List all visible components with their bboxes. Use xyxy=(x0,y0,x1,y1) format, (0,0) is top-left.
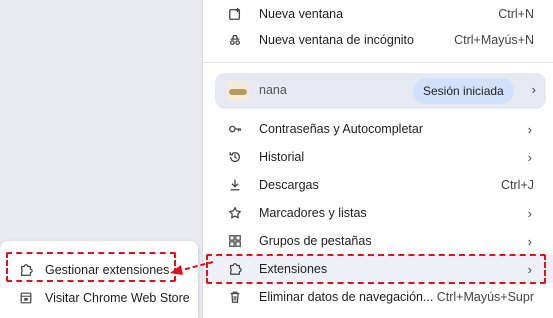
shortcut: Ctrl+N xyxy=(498,7,534,21)
menu-item-history[interactable]: Historial › xyxy=(203,143,553,171)
menu-item-bookmarks[interactable]: Marcadores y listas › xyxy=(203,199,553,227)
chevron-right-icon: › xyxy=(527,121,532,137)
chevron-right-icon: › xyxy=(527,205,532,221)
web-store-icon xyxy=(18,290,34,306)
chevron-right-icon: › xyxy=(531,82,536,97)
menu-item-label: Descargas xyxy=(259,178,319,192)
key-icon xyxy=(227,121,243,137)
menu-item-label: Nueva ventana de incógnito xyxy=(259,33,414,47)
profile-name: nana xyxy=(259,83,287,97)
shortcut: Ctrl+J xyxy=(501,178,534,192)
menu-item-downloads[interactable]: Descargas Ctrl+J xyxy=(203,171,553,199)
submenu-item-web-store[interactable]: Visitar Chrome Web Store xyxy=(0,284,198,312)
menu-item-passwords[interactable]: Contraseñas y Autocompletar › xyxy=(203,115,553,143)
star-icon xyxy=(227,205,243,221)
menu-item-tab-groups[interactable]: Grupos de pestañas › xyxy=(203,227,553,255)
status-badge: Sesión iniciada xyxy=(413,78,514,104)
new-window-icon xyxy=(227,6,243,22)
trash-icon xyxy=(227,289,243,305)
divider xyxy=(203,62,553,63)
menu-item-label: Eliminar datos de navegación... xyxy=(259,290,434,304)
menu-item-incognito[interactable]: Nueva ventana de incógnito Ctrl+Mayús+N xyxy=(203,26,553,54)
chevron-right-icon: › xyxy=(527,149,532,165)
submenu-item-label: Visitar Chrome Web Store xyxy=(45,291,190,305)
avatar xyxy=(227,81,249,101)
incognito-icon xyxy=(227,32,243,48)
menu-item-clear-data[interactable]: Eliminar datos de navegación... Ctrl+May… xyxy=(203,283,553,311)
menu-item-new-window[interactable]: Nueva ventana Ctrl+N xyxy=(203,0,553,28)
menu-item-label: Contraseñas y Autocompletar xyxy=(259,122,423,136)
shortcut: Ctrl+Mayús+N xyxy=(454,33,534,47)
profile-row[interactable]: nana Sesión iniciada › xyxy=(215,73,546,109)
history-icon xyxy=(227,149,243,165)
tab-groups-icon xyxy=(227,233,243,249)
shortcut: Ctrl+Mayús+Supr xyxy=(436,290,534,304)
menu-item-label: Historial xyxy=(259,150,305,164)
menu-item-label: Marcadores y listas xyxy=(259,206,367,220)
download-icon xyxy=(227,177,243,193)
highlight-box-extensions xyxy=(206,254,546,284)
chevron-right-icon: › xyxy=(527,233,532,249)
menu-item-label: Grupos de pestañas xyxy=(259,234,372,248)
menu-item-label: Nueva ventana xyxy=(259,7,344,21)
highlight-box-manage-extensions xyxy=(6,252,176,282)
